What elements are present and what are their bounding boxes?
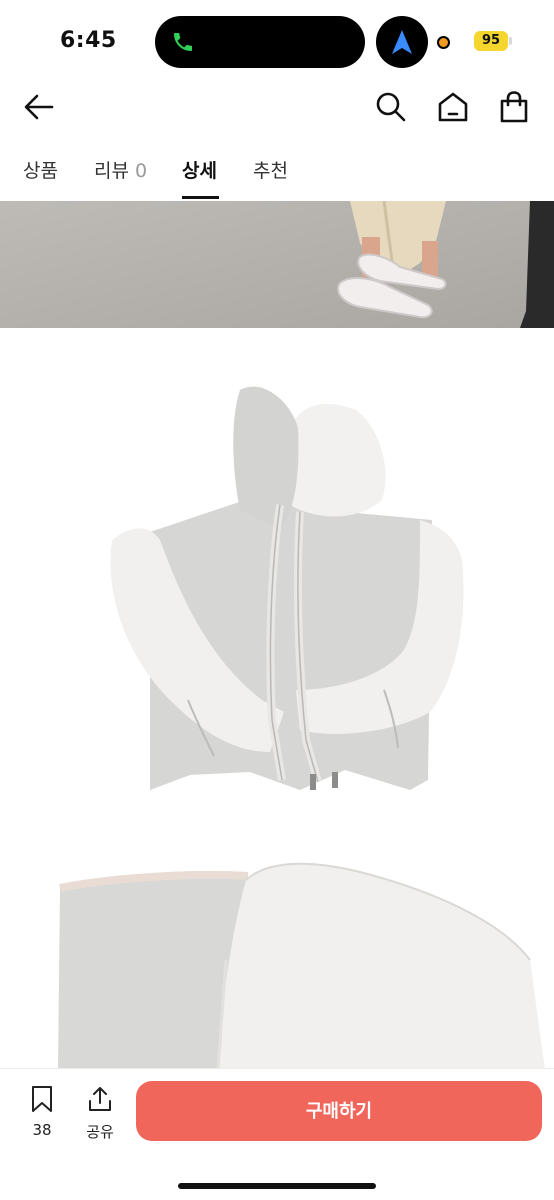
wishlist-count: 38 bbox=[32, 1121, 52, 1139]
detail-photo-model bbox=[0, 201, 554, 328]
shopping-bag-icon[interactable] bbox=[497, 90, 531, 124]
back-arrow-icon[interactable] bbox=[22, 90, 56, 124]
top-navigation bbox=[0, 84, 554, 134]
home-icon[interactable] bbox=[436, 90, 470, 124]
share-icon bbox=[89, 1087, 111, 1111]
detail-photo-hoodie bbox=[0, 328, 554, 868]
tab-recommend[interactable]: 추천 bbox=[253, 156, 288, 183]
wishlist-button[interactable]: 38 bbox=[20, 1085, 64, 1139]
bookmark-icon bbox=[32, 1086, 52, 1112]
home-indicator bbox=[178, 1183, 376, 1189]
tab-product[interactable]: 상품 bbox=[23, 156, 58, 183]
bottom-action-bar: 38 공유 구매하기 bbox=[0, 1068, 554, 1200]
product-tabs: 상품 리뷰 0 상세 추천 bbox=[0, 146, 554, 200]
status-time: 6:45 bbox=[60, 28, 117, 53]
tab-detail[interactable]: 상세 bbox=[182, 156, 217, 183]
tab-review-label: 리뷰 bbox=[94, 160, 129, 182]
battery-indicator: 95 bbox=[474, 31, 508, 51]
review-count: 0 bbox=[134, 160, 148, 182]
buy-button[interactable]: 구매하기 bbox=[136, 1081, 542, 1141]
navigation-arrow-icon bbox=[392, 30, 412, 54]
status-bar: 6:45 95 bbox=[0, 0, 554, 84]
detail-photo-closeup bbox=[0, 860, 554, 1070]
location-dot bbox=[437, 36, 450, 49]
share-button[interactable]: 공유 bbox=[78, 1085, 122, 1142]
tab-review[interactable]: 리뷰 0 bbox=[94, 156, 147, 183]
share-label: 공유 bbox=[86, 1123, 114, 1141]
active-tab-indicator bbox=[182, 196, 219, 199]
phone-icon bbox=[174, 33, 192, 51]
dynamic-island bbox=[155, 16, 365, 68]
battery-tip bbox=[509, 37, 512, 45]
search-icon[interactable] bbox=[374, 90, 408, 124]
navigation-pill bbox=[376, 16, 428, 68]
